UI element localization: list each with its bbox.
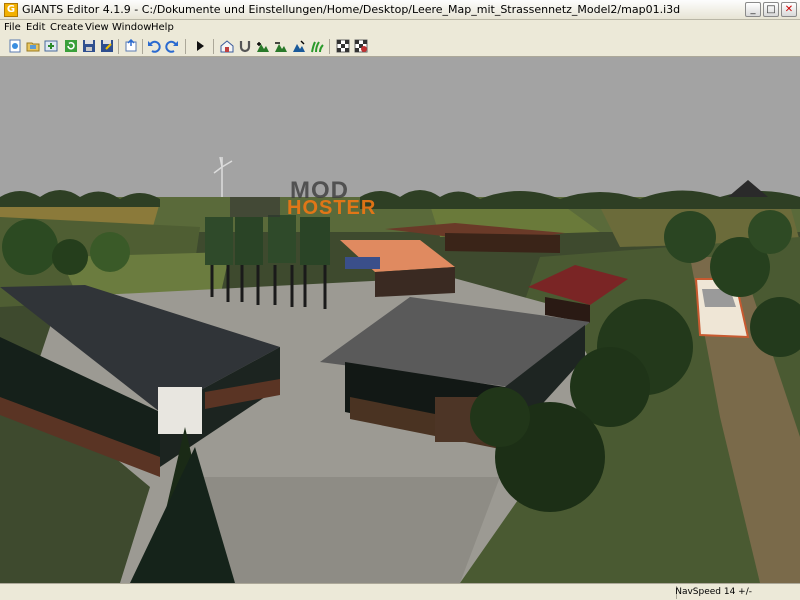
- terrain-raise-icon[interactable]: [256, 39, 270, 53]
- close-button[interactable]: ✕: [781, 2, 797, 17]
- menu-help[interactable]: Help: [151, 22, 174, 33]
- export-icon[interactable]: [124, 39, 138, 53]
- status-bar: NavSpeed 14 +/-: [0, 583, 800, 600]
- save-icon[interactable]: [82, 39, 96, 53]
- toolbar-separator: [185, 39, 186, 54]
- toolbar-separator: [118, 39, 119, 54]
- terrain-smooth-icon[interactable]: [292, 39, 306, 53]
- menu-file[interactable]: File: [4, 22, 21, 33]
- menu-view[interactable]: View: [85, 22, 109, 33]
- redo-icon[interactable]: [165, 39, 179, 53]
- new-icon[interactable]: [8, 39, 22, 53]
- toolbar-separator: [142, 39, 143, 54]
- menu-window[interactable]: Window: [112, 22, 151, 33]
- import-icon[interactable]: [44, 39, 58, 53]
- save-as-icon[interactable]: [100, 39, 114, 53]
- magnet-icon[interactable]: [238, 39, 252, 53]
- texture-erase-icon[interactable]: [354, 39, 368, 53]
- menu-edit[interactable]: Edit: [26, 22, 45, 33]
- play-icon[interactable]: [193, 39, 207, 53]
- title-bar[interactable]: G GIANTS Editor 4.1.9 - C:/Dokumente und…: [0, 0, 800, 20]
- watermark-hoster-text: HOSTER: [287, 197, 377, 219]
- 3d-viewport[interactable]: MOD HOSTER persp: [0, 57, 800, 583]
- undo-icon[interactable]: [147, 39, 161, 53]
- select-icon[interactable]: [220, 39, 234, 53]
- toolbar: [0, 36, 800, 57]
- nav-speed-readout: NavSpeed 14 +/-: [675, 587, 752, 597]
- terrain-lower-icon[interactable]: [274, 39, 288, 53]
- reload-icon[interactable]: [64, 39, 78, 53]
- window-title: GIANTS Editor 4.1.9 - C:/Dokumente und E…: [22, 3, 681, 16]
- menu-create[interactable]: Create: [50, 22, 83, 33]
- minimize-button[interactable]: _: [745, 2, 761, 17]
- scene-render: [0, 57, 800, 583]
- toolbar-separator: [329, 39, 330, 54]
- menu-bar: File Edit Create View Window Help: [0, 20, 800, 36]
- toolbar-separator: [213, 39, 214, 54]
- maximize-button[interactable]: □: [763, 2, 779, 17]
- editor-window: G GIANTS Editor 4.1.9 - C:/Dokumente und…: [0, 0, 800, 600]
- app-icon: G: [4, 3, 18, 17]
- open-icon[interactable]: [26, 39, 40, 53]
- texture-paint-icon[interactable]: [336, 39, 350, 53]
- foliage-paint-icon[interactable]: [310, 39, 324, 53]
